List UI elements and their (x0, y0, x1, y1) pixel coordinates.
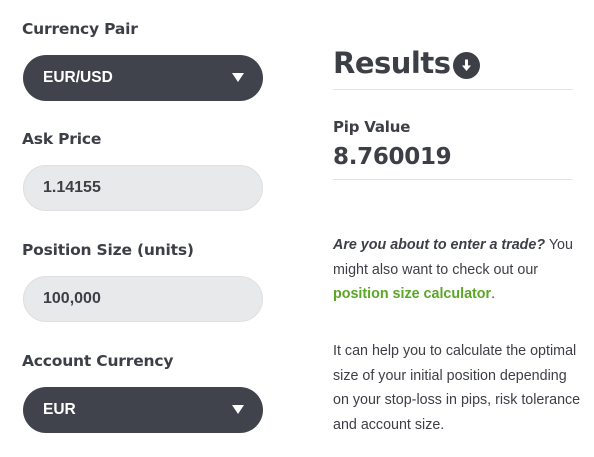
download-icon[interactable] (453, 52, 480, 79)
tip-question: Are you about to enter a trade? (333, 237, 546, 253)
currency-pair-select[interactable]: EUR/USD (23, 55, 263, 101)
calculator-description: It can help you to calculate the optimal… (333, 343, 581, 433)
ask-price-label: Ask Price (22, 130, 102, 148)
trade-tip-paragraph: Are you about to enter a trade? You migh… (333, 233, 583, 307)
currency-pair-value: EUR/USD (43, 69, 113, 86)
position-size-input[interactable]: 100,000 (23, 276, 263, 322)
tip-period: . (491, 286, 496, 302)
divider (333, 179, 573, 180)
caret-down-icon (232, 73, 244, 82)
position-size-label: Position Size (units) (22, 241, 194, 259)
pip-value: 8.760019 (333, 144, 452, 170)
caret-down-icon (232, 405, 244, 414)
pip-value-label: Pip Value (333, 118, 411, 136)
position-size-calculator-link[interactable]: position size calculator (333, 286, 491, 302)
ask-price-input[interactable]: 1.14155 (23, 165, 263, 211)
account-currency-label: Account Currency (22, 352, 174, 370)
divider (333, 89, 573, 90)
account-currency-value: EUR (43, 401, 76, 418)
currency-pair-label: Currency Pair (22, 20, 138, 38)
account-currency-select[interactable]: EUR (23, 387, 263, 433)
results-title: Results (333, 46, 451, 80)
